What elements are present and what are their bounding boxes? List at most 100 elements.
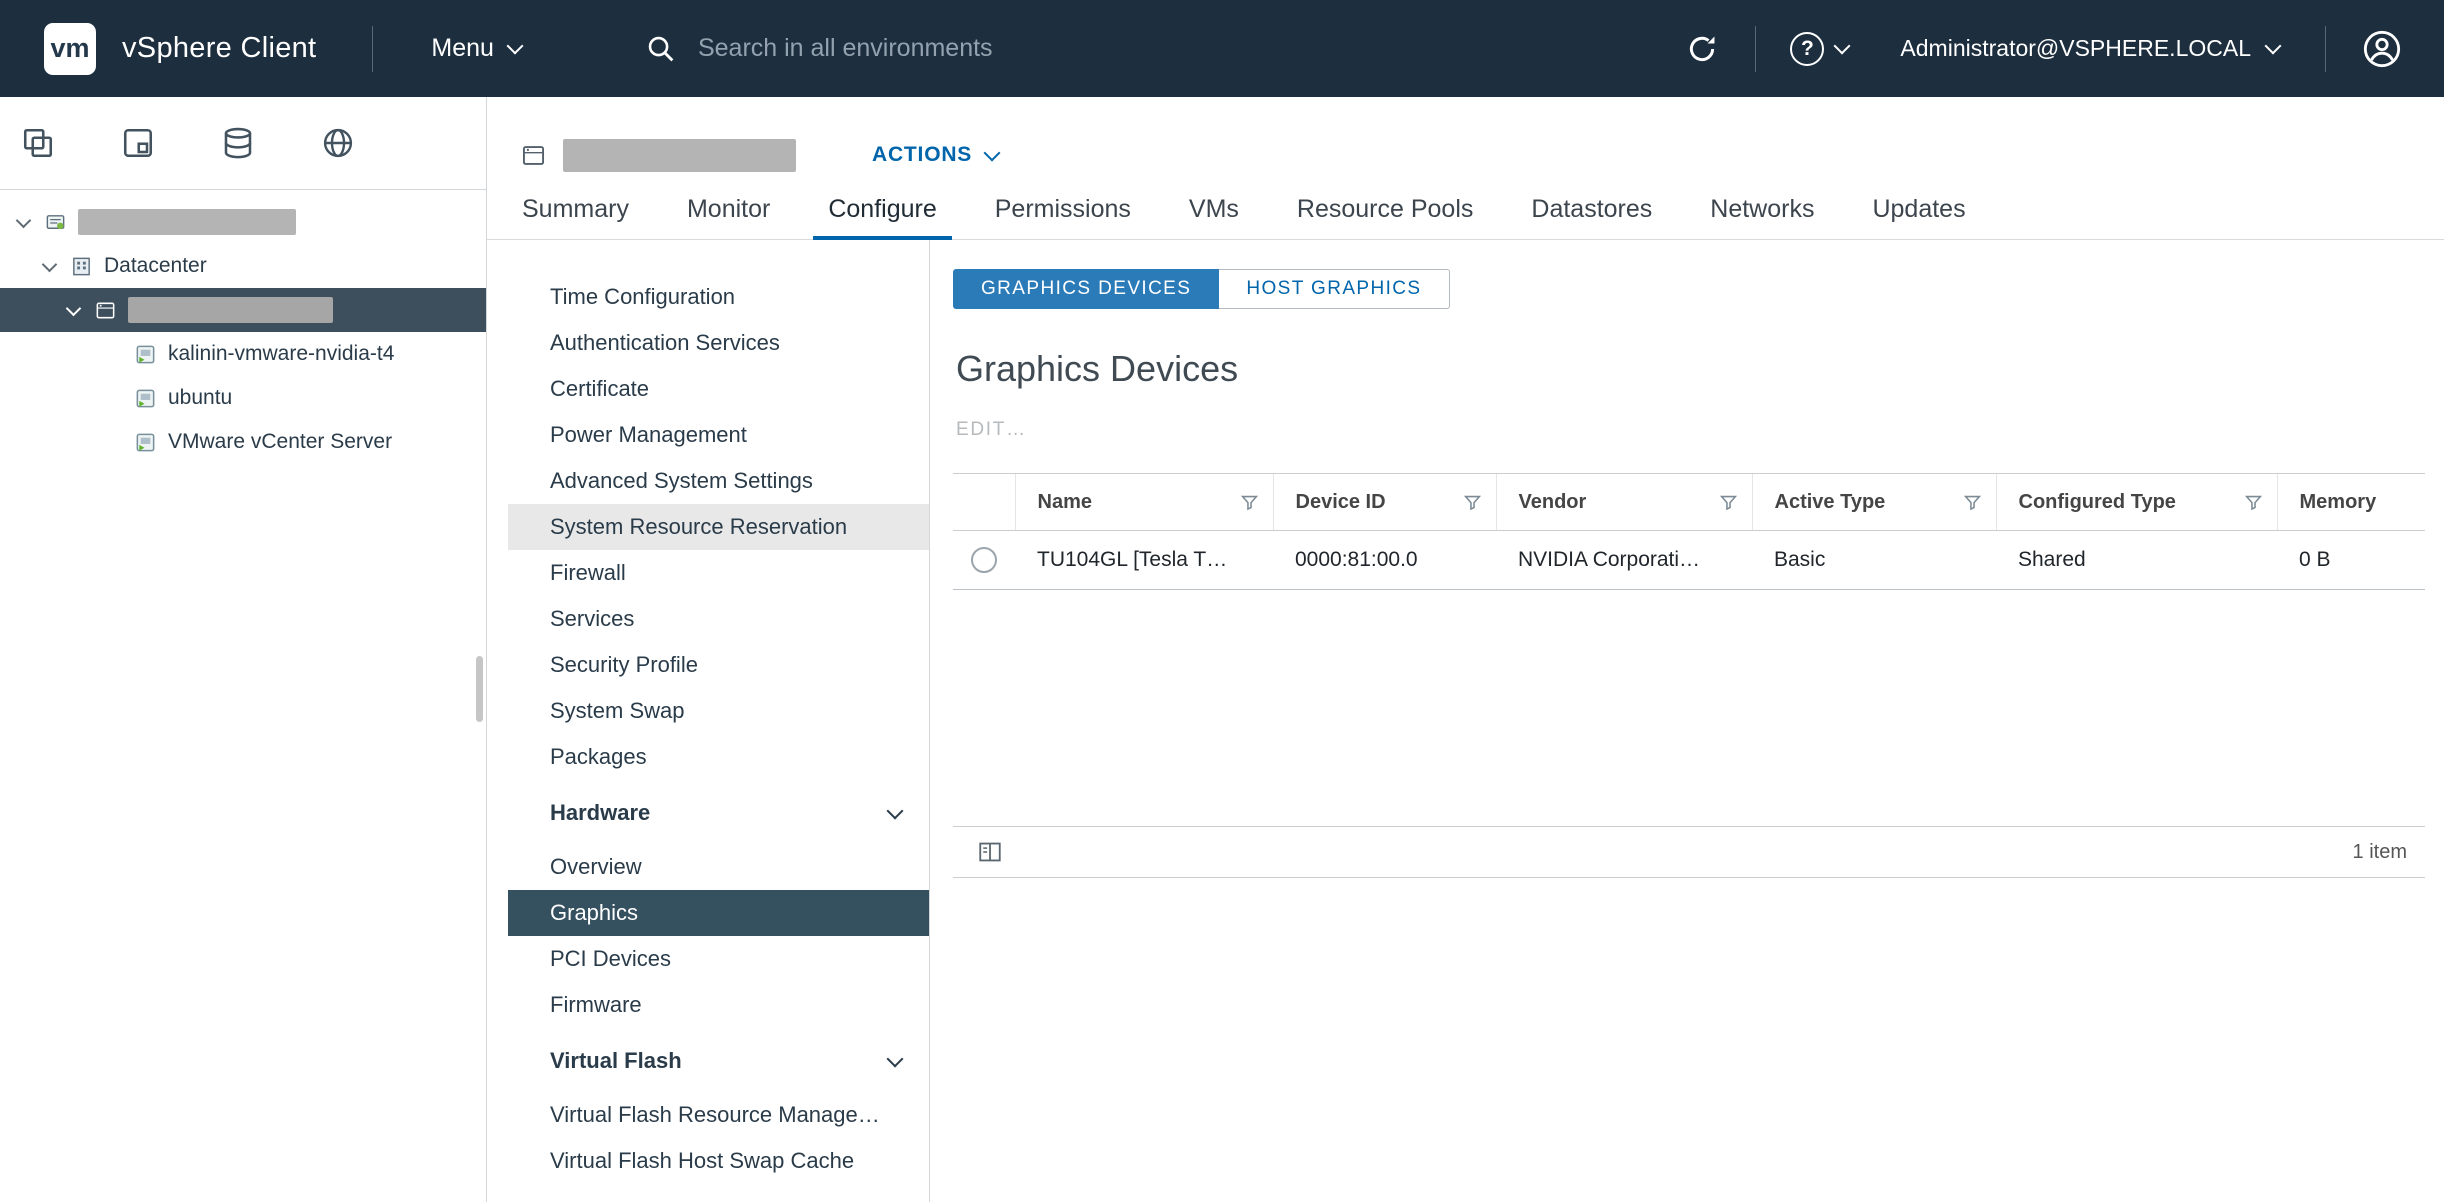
sidebar-scrollbar-thumb[interactable] [476, 656, 483, 722]
settings-nav-item-pci-devices[interactable]: PCI Devices [508, 936, 929, 982]
hosts-and-clusters-icon [20, 125, 56, 161]
tab-summary[interactable]: Summary [493, 195, 658, 239]
tree-item-label: kalinin-vmware-nvidia-t4 [168, 342, 394, 366]
tree-item-vm-kalinin[interactable]: kalinin-vmware-nvidia-t4 [0, 332, 486, 376]
user-menu-label: Administrator@VSPHERE.LOCAL [1900, 35, 2251, 62]
settings-nav-item-virtual-flash-host-swap-cache[interactable]: Virtual Flash Host Swap Cache [508, 1138, 929, 1184]
settings-nav-item-services[interactable]: Services [508, 596, 929, 642]
chevron-down-icon [1834, 38, 1851, 55]
settings-nav-item-authentication-services[interactable]: Authentication Services [508, 320, 929, 366]
graphics-panel: GRAPHICS DEVICES HOST GRAPHICS Graphics … [930, 240, 2444, 1202]
column-selector-icon[interactable] [977, 839, 1003, 865]
inventory-tab-hosts-and-clusters[interactable] [20, 125, 56, 161]
settings-nav-item-graphics[interactable]: Graphics [508, 890, 929, 936]
refresh-button[interactable] [1679, 31, 1725, 67]
row-radio-button[interactable] [971, 547, 997, 573]
settings-nav-item-power-management[interactable]: Power Management [508, 412, 929, 458]
settings-nav-item-firmware[interactable]: Firmware [508, 982, 929, 1028]
settings-nav-item-virtual-flash-resource-management[interactable]: Virtual Flash Resource Manage… [508, 1092, 929, 1138]
tree-item-host[interactable] [0, 288, 486, 332]
networking-icon [320, 125, 356, 161]
filter-icon[interactable] [1719, 493, 1738, 512]
tab-resource-pools[interactable]: Resource Pools [1268, 195, 1502, 239]
column-header-memory[interactable]: Memory [2277, 474, 2425, 531]
vms-and-templates-icon [120, 125, 156, 161]
tab-monitor[interactable]: Monitor [658, 195, 799, 239]
inventory-tab-vms-and-templates[interactable] [120, 125, 156, 161]
table-header-row: Name Device ID Vendor [953, 474, 2425, 531]
column-header-vendor[interactable]: Vendor [1496, 474, 1752, 531]
chevron-down-icon [506, 38, 523, 55]
settings-nav-section-virtual-flash[interactable]: Virtual Flash [508, 1038, 929, 1084]
inventory-tab-bar [0, 97, 486, 190]
host-icon [94, 299, 117, 322]
tree-item-vm-ubuntu[interactable]: ubuntu [0, 376, 486, 420]
tab-updates[interactable]: Updates [1843, 195, 1994, 239]
edit-button[interactable]: EDIT… [956, 419, 1027, 441]
host-graphics-toggle[interactable]: HOST GRAPHICS [1219, 269, 1449, 309]
vmware-logo[interactable]: vm [44, 23, 96, 75]
settings-nav-item-packages[interactable]: Packages [508, 734, 929, 780]
top-bar: vm vSphere Client Menu ? Administrator@V… [0, 0, 2444, 97]
configure-layout: Time Configuration Authentication Servic… [487, 240, 2444, 1202]
storage-icon [220, 125, 256, 161]
vm-icon [134, 343, 157, 366]
tree-item-vcenter[interactable] [0, 200, 486, 244]
inventory-tab-networking[interactable] [320, 125, 356, 161]
tree-item-datacenter[interactable]: Datacenter [0, 244, 486, 288]
chevron-down-icon [2265, 38, 2282, 55]
graphics-view-toggle: GRAPHICS DEVICES HOST GRAPHICS [953, 269, 1450, 309]
settings-nav-item-time-configuration[interactable]: Time Configuration [508, 274, 929, 320]
filter-icon[interactable] [1240, 493, 1259, 512]
column-header-active-type[interactable]: Active Type [1752, 474, 1996, 531]
settings-nav-item-firewall[interactable]: Firewall [508, 550, 929, 596]
header-divider [1755, 26, 1756, 72]
tree-item-label: Datacenter [104, 254, 207, 278]
settings-nav-item-overview[interactable]: Overview [508, 844, 929, 890]
column-header-configured-type[interactable]: Configured Type [1996, 474, 2277, 531]
search-icon [645, 33, 676, 64]
redacted-label [78, 209, 296, 235]
filter-icon[interactable] [1463, 493, 1482, 512]
actions-label: ACTIONS [872, 143, 972, 167]
page-title: Graphics Devices [956, 349, 2444, 389]
search-input[interactable] [696, 33, 1340, 64]
section-label: Virtual Flash [550, 1048, 682, 1074]
actions-button[interactable]: ACTIONS [866, 142, 1004, 168]
settings-nav-item-system-swap[interactable]: System Swap [508, 688, 929, 734]
datacenter-icon [70, 255, 93, 278]
tab-networks[interactable]: Networks [1681, 195, 1843, 239]
tab-configure[interactable]: Configure [799, 195, 965, 239]
chevron-down-icon[interactable] [66, 300, 82, 316]
refresh-icon [1685, 32, 1719, 66]
chevron-down-icon[interactable] [42, 256, 58, 272]
cell-memory: 0 B [2277, 531, 2425, 590]
tab-datastores[interactable]: Datastores [1502, 195, 1681, 239]
column-header-device-id[interactable]: Device ID [1273, 474, 1496, 531]
redacted-label [128, 297, 333, 323]
inventory-tab-storage[interactable] [220, 125, 256, 161]
settings-nav-item-certificate[interactable]: Certificate [508, 366, 929, 412]
item-count: 1 item [2353, 841, 2407, 864]
graphics-devices-toggle[interactable]: GRAPHICS DEVICES [953, 269, 1219, 309]
menu-button[interactable]: Menu [425, 33, 527, 64]
settings-nav-item-advanced-system-settings[interactable]: Advanced System Settings [508, 458, 929, 504]
help-menu-button[interactable]: ? [1784, 31, 1854, 67]
user-avatar-button[interactable] [2356, 28, 2408, 70]
tab-vms[interactable]: VMs [1160, 195, 1268, 239]
settings-nav-item-system-resource-reservation[interactable]: System Resource Reservation [508, 504, 929, 550]
object-header: ACTIONS [487, 123, 2444, 187]
table-row[interactable]: TU104GL [Tesla T… 0000:81:00.0 NVIDIA Co… [953, 531, 2425, 590]
filter-icon[interactable] [2244, 493, 2263, 512]
settings-nav-item-security-profile[interactable]: Security Profile [508, 642, 929, 688]
global-search [645, 33, 1340, 64]
column-label: Name [1038, 491, 1092, 514]
object-tabs: Summary Monitor Configure Permissions VM… [487, 187, 2444, 240]
tab-permissions[interactable]: Permissions [966, 195, 1160, 239]
settings-nav-section-hardware[interactable]: Hardware [508, 790, 929, 836]
filter-icon[interactable] [1963, 493, 1982, 512]
tree-item-vm-vcenter-server[interactable]: VMware vCenter Server [0, 420, 486, 464]
chevron-down-icon[interactable] [16, 212, 32, 228]
column-header-name[interactable]: Name [1015, 474, 1273, 531]
user-menu-button[interactable]: Administrator@VSPHERE.LOCAL [1894, 34, 2285, 63]
